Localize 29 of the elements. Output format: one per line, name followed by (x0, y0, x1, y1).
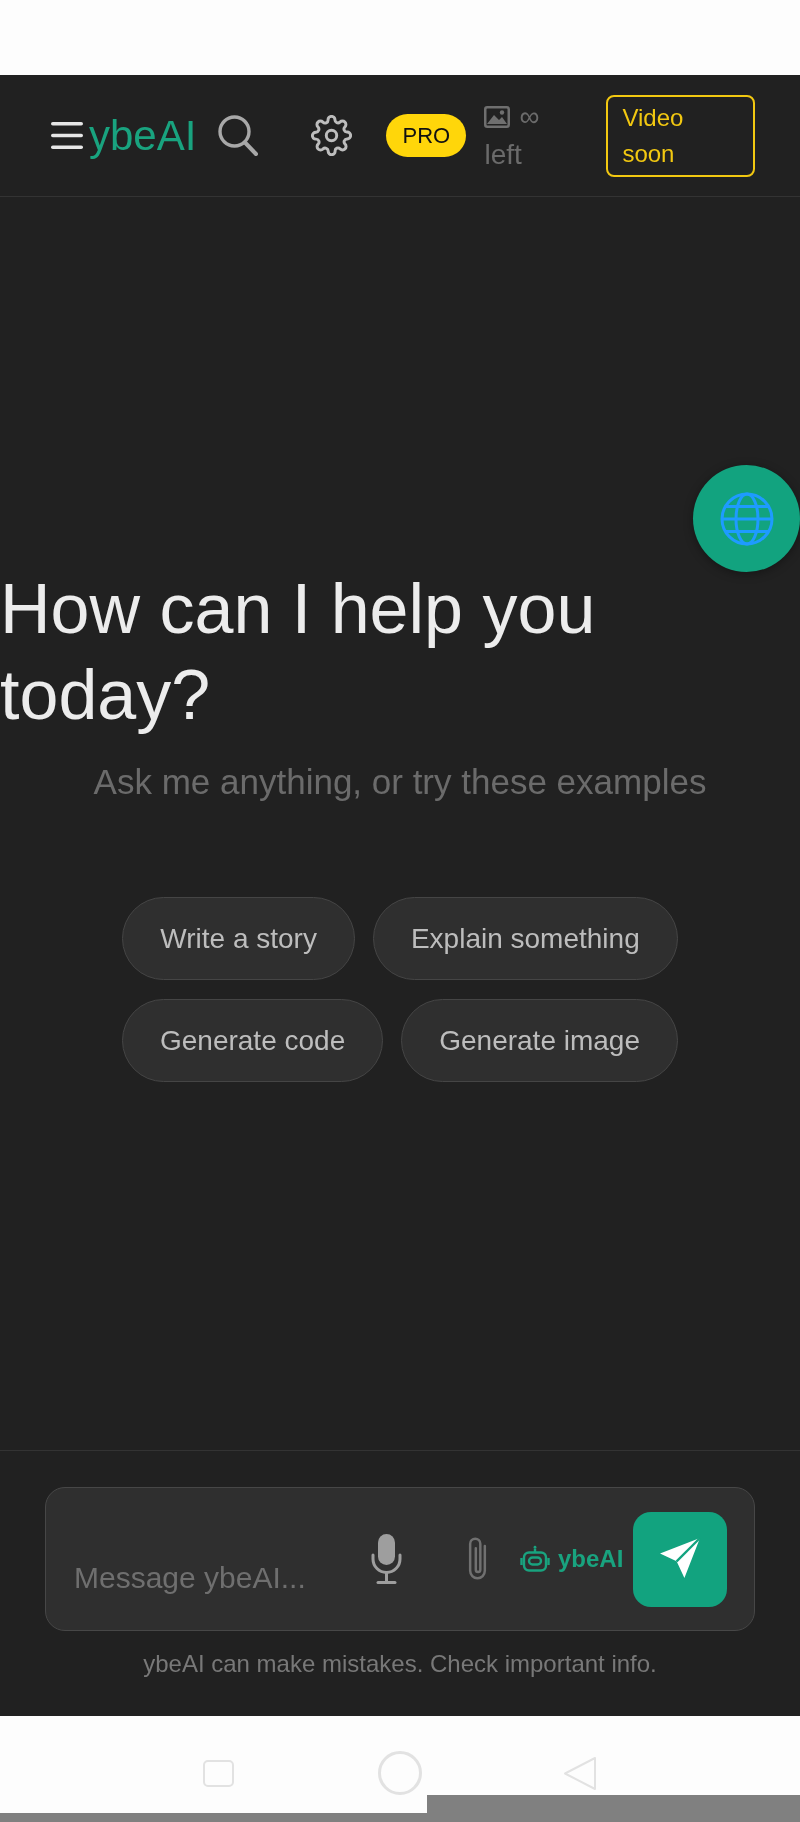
suggestion-chip[interactable]: Explain something (372, 897, 678, 980)
hero-subtitle: Ask me anything, or try these examples (92, 761, 708, 803)
hero-title: How can I help you today? (0, 569, 597, 736)
search-icon (218, 115, 259, 156)
microphone-icon (370, 1534, 403, 1584)
paperclip-icon (467, 1537, 488, 1581)
attach-button[interactable] (467, 1537, 488, 1581)
suggestion-chip[interactable]: Write a story (122, 897, 355, 980)
disclaimer-text: ybeAI can make mistakes. Check important info. (142, 1649, 658, 1679)
send-icon (659, 1538, 702, 1580)
settings-icon (311, 115, 353, 156)
video-soon-badge: Video soon (606, 94, 756, 177)
image-quota-label: left (484, 137, 522, 172)
menu-icon (51, 122, 83, 149)
message-input[interactable]: Message ybeAI... (74, 1558, 355, 1598)
suggestion-chip[interactable]: Generate code (121, 999, 384, 1082)
image-quota-value: ∞ (519, 99, 540, 134)
robot-icon (520, 1545, 550, 1573)
menu-button[interactable] (51, 122, 83, 149)
pro-badge: PRO (386, 114, 467, 157)
search-button[interactable] (218, 115, 259, 156)
settings-button[interactable] (311, 115, 353, 156)
image-icon (484, 105, 511, 128)
send-button[interactable] (633, 1511, 728, 1607)
microphone-button[interactable] (370, 1534, 403, 1584)
globe-icon (719, 491, 774, 546)
model-selector[interactable]: ybeAI (520, 1545, 624, 1573)
suggestion-chip[interactable]: Generate image (401, 999, 678, 1082)
app-logo: ybeAI (89, 110, 197, 161)
